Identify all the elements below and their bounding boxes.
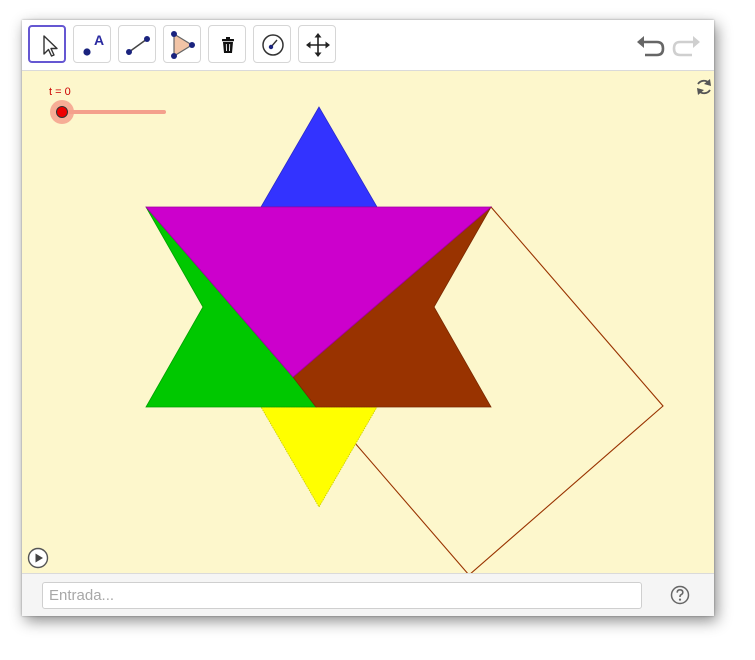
- undo-icon: [637, 36, 665, 57]
- segment-tool-button[interactable]: [118, 25, 156, 63]
- cursor-arrow-icon: [43, 35, 58, 57]
- slider-label: t = 0: [49, 86, 71, 98]
- geometry-canvas[interactable]: [22, 71, 714, 573]
- point-tool-letter: A: [94, 32, 104, 48]
- top-triangle[interactable]: [260, 106, 378, 208]
- point-tool-button[interactable]: A: [73, 25, 111, 63]
- bottom-triangle[interactable]: [260, 406, 378, 508]
- algebra-input-field[interactable]: [42, 582, 642, 609]
- redo-button[interactable]: [670, 30, 702, 60]
- undo-button[interactable]: [635, 30, 667, 60]
- segment-icon: [126, 36, 150, 55]
- angle-slider-icon: [262, 34, 284, 56]
- delete-tool-button[interactable]: [208, 25, 246, 63]
- point-icon: A: [83, 32, 104, 56]
- redo-icon: [672, 36, 700, 57]
- polygon-tool-button[interactable]: [163, 25, 201, 63]
- toolbar: A: [22, 20, 714, 71]
- play-icon: [27, 547, 49, 569]
- move-arrows-icon: [306, 33, 330, 57]
- help-question-icon: [670, 585, 690, 605]
- graphics-view[interactable]: t = 0: [22, 71, 714, 573]
- polygon-icon: [171, 31, 195, 59]
- refresh-icon: [697, 79, 711, 95]
- trash-icon: [222, 37, 234, 53]
- move-view-tool-button[interactable]: [298, 25, 336, 63]
- slider-knob[interactable]: [56, 106, 68, 118]
- animation-play-button[interactable]: [27, 547, 49, 569]
- input-bar: [22, 573, 714, 616]
- geogebra-app-window: A t = 0 Entrada...: [22, 20, 714, 616]
- slider-tool-button[interactable]: [253, 25, 291, 63]
- help-button[interactable]: [670, 585, 690, 605]
- refresh-button[interactable]: [694, 76, 714, 98]
- move-tool-button[interactable]: [28, 25, 66, 63]
